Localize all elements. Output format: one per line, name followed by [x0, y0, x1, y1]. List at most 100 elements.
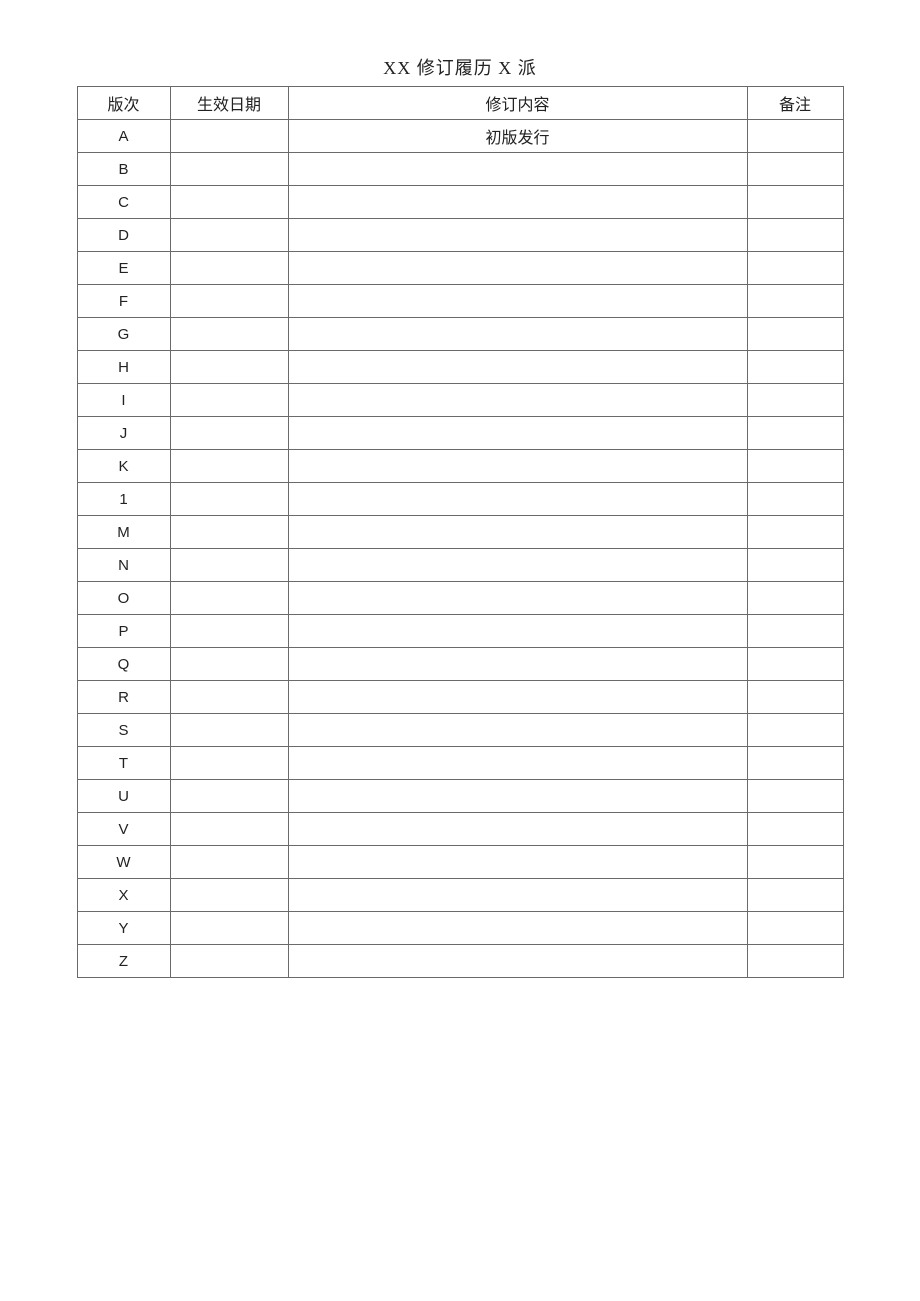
cell-note — [747, 912, 843, 945]
table-row: B — [77, 153, 843, 186]
cell-version: E — [77, 252, 170, 285]
cell-version: R — [77, 681, 170, 714]
page-title: XX 修订履历 X 派 — [0, 54, 920, 80]
cell-effective-date — [170, 483, 288, 516]
cell-note — [747, 747, 843, 780]
cell-effective-date — [170, 384, 288, 417]
cell-note — [747, 879, 843, 912]
cell-content — [288, 846, 747, 879]
cell-version: X — [77, 879, 170, 912]
cell-content — [288, 384, 747, 417]
cell-effective-date — [170, 120, 288, 153]
cell-note — [747, 945, 843, 978]
cell-version: D — [77, 219, 170, 252]
revision-history-table: 版次 生效日期 修订内容 备注 A初版发行BCDEFGHIJK1MNOPQRST… — [77, 86, 844, 978]
cell-effective-date — [170, 681, 288, 714]
cell-note — [747, 582, 843, 615]
cell-version: N — [77, 549, 170, 582]
cell-effective-date — [170, 285, 288, 318]
cell-content — [288, 450, 747, 483]
cell-version: O — [77, 582, 170, 615]
cell-version: Y — [77, 912, 170, 945]
cell-content — [288, 615, 747, 648]
table-row: H — [77, 351, 843, 384]
cell-version: T — [77, 747, 170, 780]
cell-note — [747, 186, 843, 219]
cell-version: 1 — [77, 483, 170, 516]
cell-effective-date — [170, 615, 288, 648]
cell-version: I — [77, 384, 170, 417]
cell-note — [747, 813, 843, 846]
cell-note — [747, 615, 843, 648]
cell-version: M — [77, 516, 170, 549]
cell-note — [747, 681, 843, 714]
cell-content — [288, 417, 747, 450]
table-row: D — [77, 219, 843, 252]
cell-effective-date — [170, 780, 288, 813]
cell-note — [747, 846, 843, 879]
cell-content — [288, 186, 747, 219]
header-note: 备注 — [747, 87, 843, 120]
cell-content — [288, 681, 747, 714]
cell-content — [288, 252, 747, 285]
cell-content — [288, 912, 747, 945]
cell-effective-date — [170, 879, 288, 912]
cell-note — [747, 219, 843, 252]
cell-version: Z — [77, 945, 170, 978]
cell-effective-date — [170, 747, 288, 780]
cell-effective-date — [170, 714, 288, 747]
cell-effective-date — [170, 813, 288, 846]
cell-effective-date — [170, 153, 288, 186]
table-row: E — [77, 252, 843, 285]
cell-effective-date — [170, 450, 288, 483]
cell-content — [288, 582, 747, 615]
cell-effective-date — [170, 648, 288, 681]
cell-content — [288, 285, 747, 318]
cell-effective-date — [170, 582, 288, 615]
cell-content — [288, 714, 747, 747]
table-row: V — [77, 813, 843, 846]
table-row: I — [77, 384, 843, 417]
table-row: F — [77, 285, 843, 318]
cell-content — [288, 879, 747, 912]
table-row: 1 — [77, 483, 843, 516]
cell-note — [747, 549, 843, 582]
cell-version: C — [77, 186, 170, 219]
table-row: U — [77, 780, 843, 813]
cell-effective-date — [170, 219, 288, 252]
table-row: K — [77, 450, 843, 483]
table-row: C — [77, 186, 843, 219]
cell-content — [288, 747, 747, 780]
table-row: W — [77, 846, 843, 879]
cell-note — [747, 516, 843, 549]
cell-version: A — [77, 120, 170, 153]
table-row: Z — [77, 945, 843, 978]
cell-version: H — [77, 351, 170, 384]
table-row: T — [77, 747, 843, 780]
table-row: X — [77, 879, 843, 912]
cell-content — [288, 945, 747, 978]
cell-version: U — [77, 780, 170, 813]
cell-version: G — [77, 318, 170, 351]
cell-version: K — [77, 450, 170, 483]
cell-content — [288, 516, 747, 549]
cell-note — [747, 384, 843, 417]
cell-effective-date — [170, 252, 288, 285]
table-row: S — [77, 714, 843, 747]
table-row: N — [77, 549, 843, 582]
table-row: G — [77, 318, 843, 351]
cell-content — [288, 813, 747, 846]
table-row: M — [77, 516, 843, 549]
document-page: XX 修订履历 X 派 版次 生效日期 修订内容 备注 A初版发行BCDEFGH… — [0, 0, 920, 978]
cell-version: Q — [77, 648, 170, 681]
table-row: J — [77, 417, 843, 450]
cell-version: S — [77, 714, 170, 747]
cell-note — [747, 252, 843, 285]
cell-effective-date — [170, 549, 288, 582]
cell-effective-date — [170, 417, 288, 450]
cell-effective-date — [170, 945, 288, 978]
cell-content — [288, 318, 747, 351]
header-version: 版次 — [77, 87, 170, 120]
cell-note — [747, 483, 843, 516]
header-content: 修订内容 — [288, 87, 747, 120]
